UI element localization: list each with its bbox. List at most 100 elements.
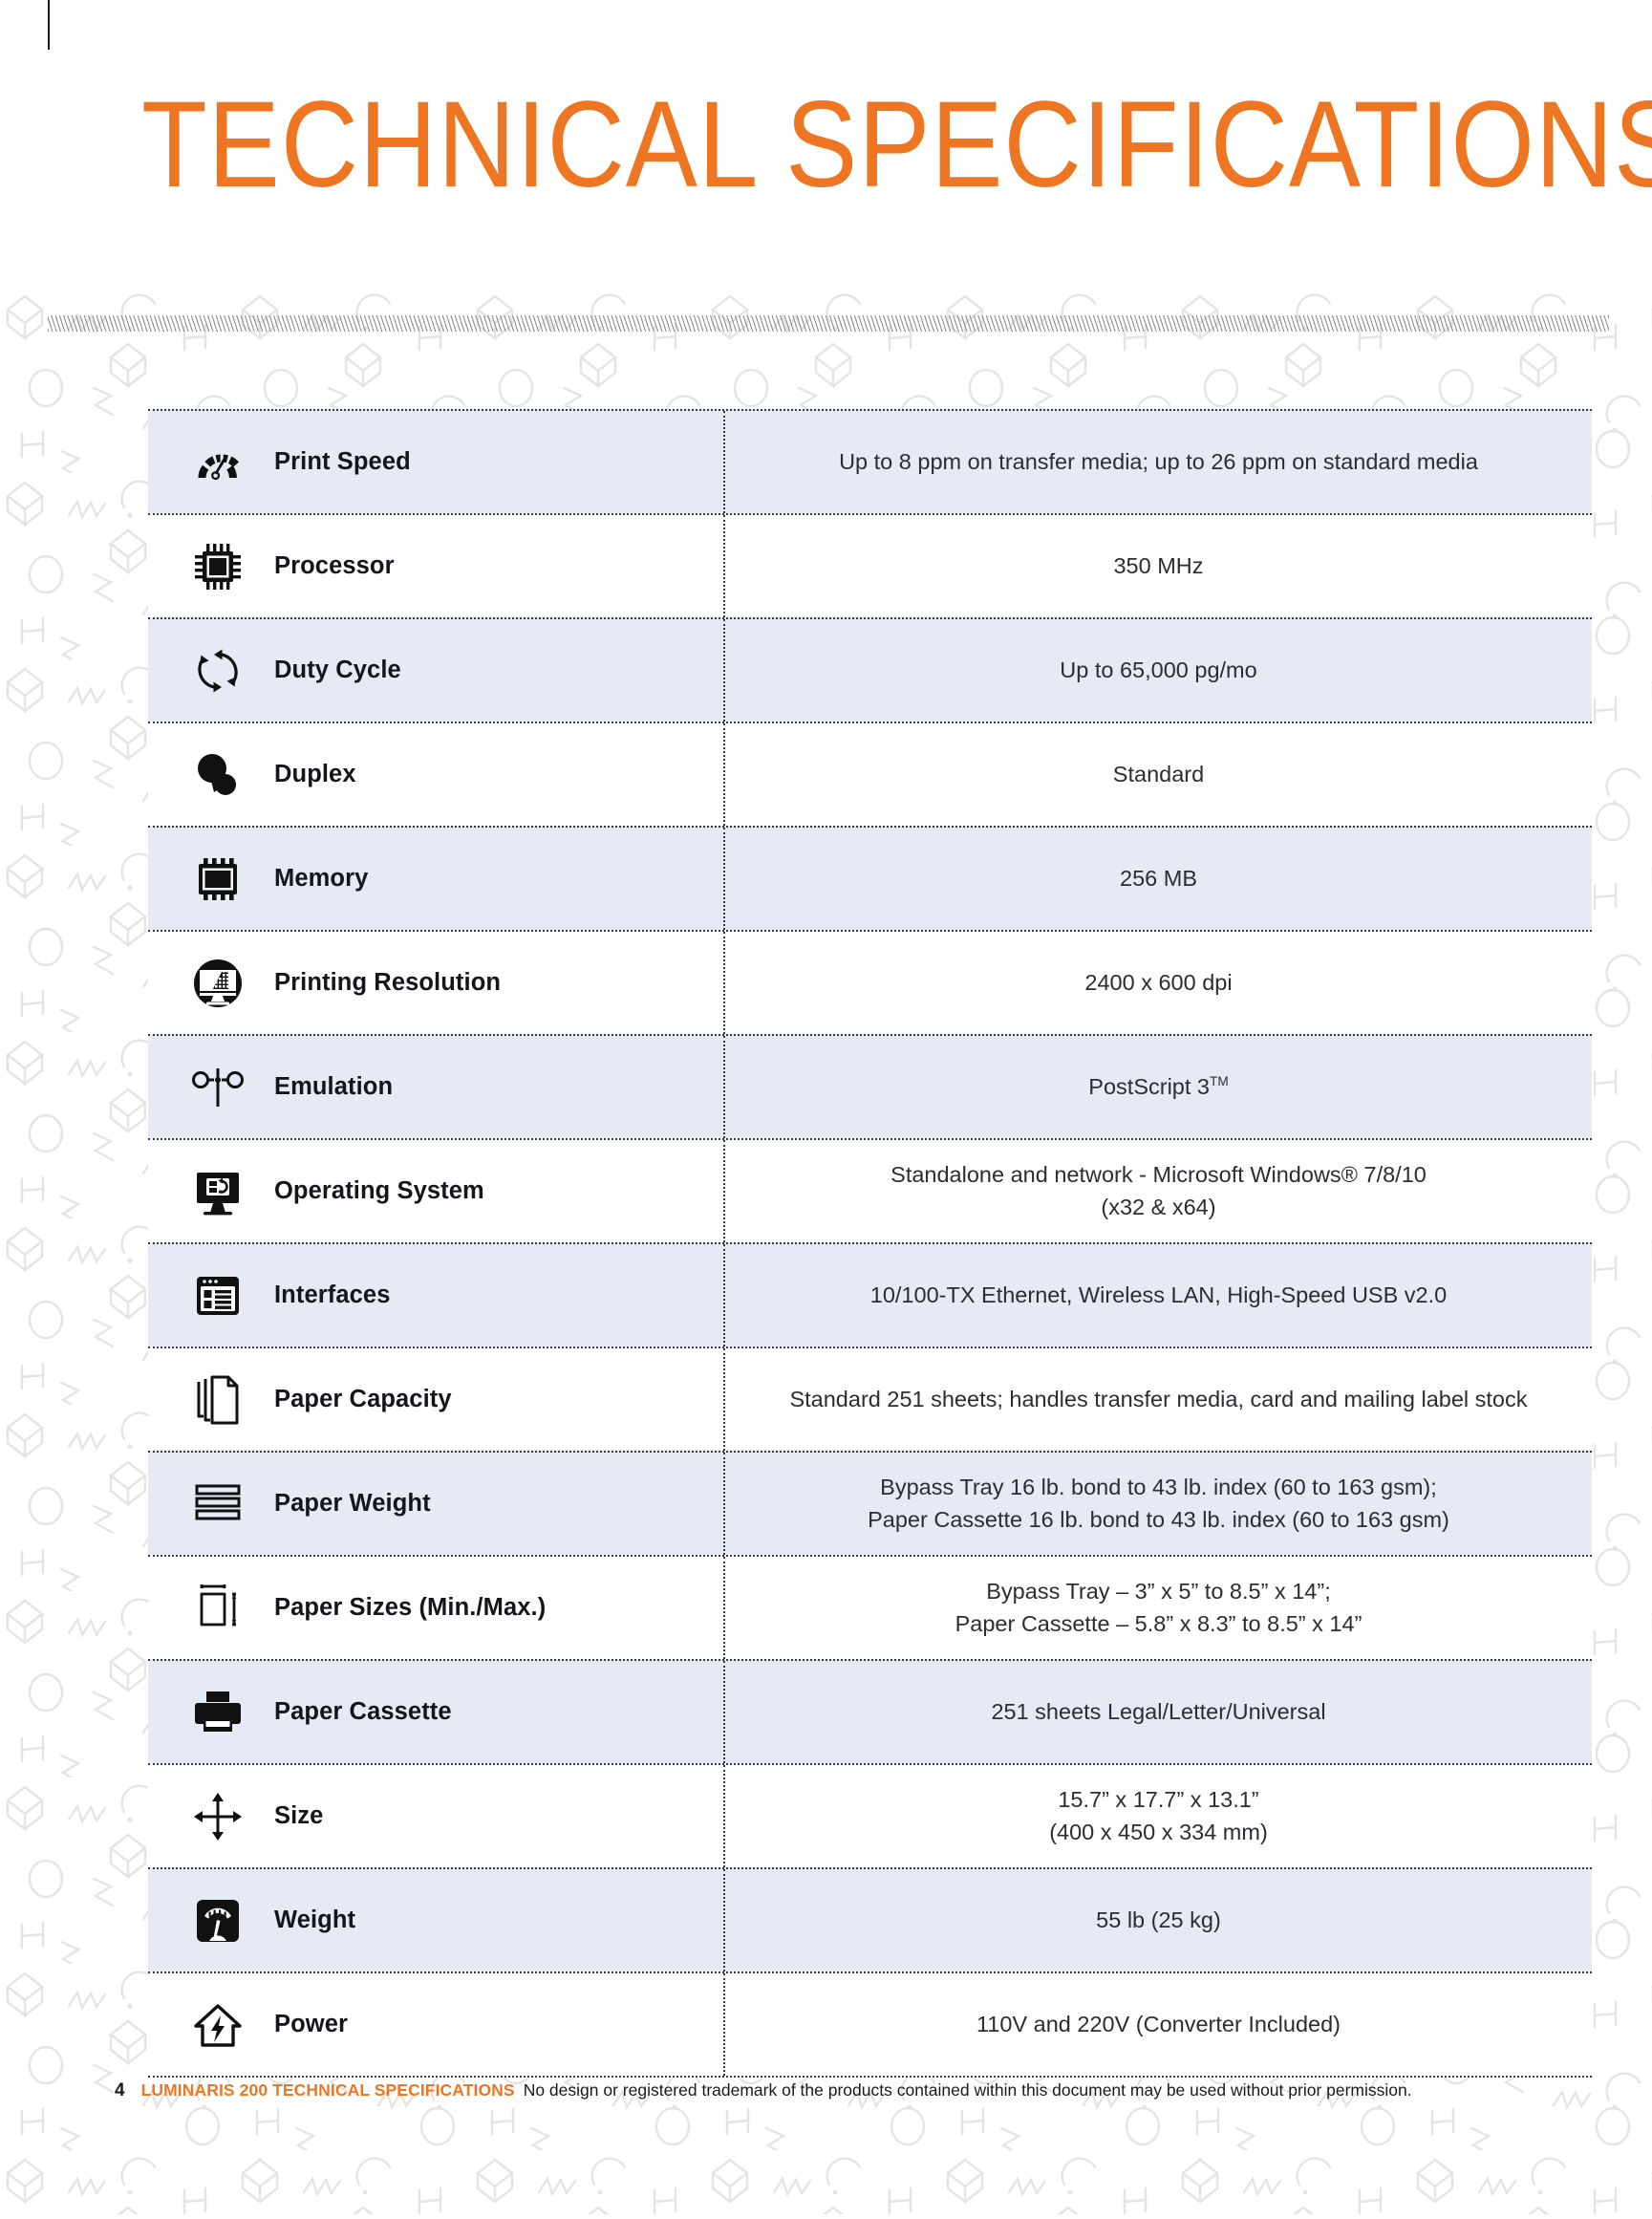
spec-label: Size — [274, 1802, 324, 1829]
spec-value-cell: 251 sheets Legal/Letter/Universal — [725, 1661, 1592, 1763]
processor-chip-icon — [182, 537, 253, 596]
spec-label: Printing Resolution — [274, 969, 502, 996]
spec-value-line-2: (400 x 450 x 334 mm) — [1049, 1819, 1268, 1844]
spec-value-cell: 256 MB — [725, 828, 1592, 930]
power-bolt-house-icon — [182, 1995, 253, 2055]
spec-label-cell: Weight — [148, 1869, 725, 1971]
table-row: Print Speed Up to 8 ppm on transfer medi… — [148, 409, 1592, 513]
spec-value-line-1: Bypass Tray – 3” x 5” to 8.5” x 14”; — [986, 1579, 1331, 1605]
paper-weight-lines-icon — [182, 1475, 253, 1534]
spec-value-cell: Standard — [725, 723, 1592, 826]
spec-label: Memory — [274, 865, 369, 892]
spec-label-cell: Printing Resolution — [148, 932, 725, 1034]
spec-value: 350 MHz — [1113, 552, 1204, 578]
page-footer: 4 LUMINARIS 200 TECHNICAL SPECIFICATIONS… — [115, 2080, 1412, 2101]
spec-value: Standard — [1112, 761, 1205, 786]
spec-label-cell: Memory — [148, 828, 725, 930]
spec-value-cell: Bypass Tray – 3” x 5” to 8.5” x 14”; Pap… — [725, 1557, 1592, 1659]
table-row: Operating System Standalone and network … — [148, 1138, 1592, 1242]
table-row: Power 110V and 220V (Converter Included) — [148, 1971, 1592, 2078]
duplex-circles-icon — [182, 745, 253, 805]
spec-value-cell: 10/100-TX Ethernet, Wireless LAN, High-S… — [725, 1244, 1592, 1346]
spec-label-cell: Interfaces — [148, 1244, 725, 1346]
spec-label: Duty Cycle — [274, 657, 401, 683]
spec-value: PostScript 3TM — [1088, 1071, 1228, 1103]
table-row: Paper Weight Bypass Tray 16 lb. bond to … — [148, 1451, 1592, 1555]
footer-note: No design or registered trademark of the… — [523, 2080, 1412, 2100]
spec-label-cell: Print Speed — [148, 411, 725, 513]
printer-icon — [182, 1683, 253, 1742]
spec-value: 10/100-TX Ethernet, Wireless LAN, High-S… — [869, 1282, 1448, 1307]
spec-label: Interfaces — [274, 1282, 391, 1308]
spec-value: Bypass Tray 16 lb. bond to 43 lb. index … — [868, 1472, 1449, 1536]
spec-label-cell: Processor — [148, 515, 725, 617]
spec-label: Duplex — [274, 761, 356, 787]
spec-value-cell: Bypass Tray 16 lb. bond to 43 lb. index … — [725, 1453, 1592, 1555]
spec-value-trademark: TM — [1210, 1073, 1229, 1088]
spec-label-cell: Size — [148, 1765, 725, 1867]
spec-label-cell: Paper Capacity — [148, 1348, 725, 1451]
interfaces-window-icon — [182, 1266, 253, 1325]
spec-label-cell: Operating System — [148, 1140, 725, 1242]
spec-label: Paper Weight — [274, 1490, 431, 1517]
table-row: Paper Capacity Standard 251 sheets; hand… — [148, 1346, 1592, 1451]
spec-value-line-2: Paper Cassette – 5.8” x 8.3” to 8.5” x 1… — [955, 1610, 1362, 1636]
spec-label: Paper Capacity — [274, 1386, 452, 1412]
hatched-divider — [48, 315, 1609, 332]
table-row: Printing Resolution 2400 x 600 dpi — [148, 930, 1592, 1034]
spec-value: Up to 65,000 pg/mo — [1060, 657, 1257, 682]
weight-scale-icon — [182, 1891, 253, 1950]
speedometer-icon — [182, 433, 253, 492]
spec-value-cell: 110V and 220V (Converter Included) — [725, 1973, 1592, 2076]
footer-page-number: 4 — [115, 2080, 125, 2101]
paper-stack-icon — [182, 1370, 253, 1430]
spec-value-line-1: Standalone and network - Microsoft Windo… — [890, 1162, 1427, 1188]
technical-specifications-table: Print Speed Up to 8 ppm on transfer medi… — [148, 409, 1592, 2078]
emulation-nodes-icon — [182, 1058, 253, 1117]
size-arrows-icon — [182, 1787, 253, 1846]
spec-value: Standalone and network - Microsoft Windo… — [890, 1159, 1427, 1223]
table-row: Paper Sizes (Min./Max.) Bypass Tray – 3”… — [148, 1555, 1592, 1659]
spec-value: Bypass Tray – 3” x 5” to 8.5” x 14”; Pap… — [955, 1576, 1362, 1640]
spec-value: 2400 x 600 dpi — [1084, 969, 1233, 995]
operating-system-monitor-icon — [182, 1162, 253, 1221]
spec-value: Standard 251 sheets; handles transfer me… — [789, 1386, 1528, 1411]
refresh-cycle-icon — [182, 641, 253, 700]
spec-label-cell: Duplex — [148, 723, 725, 826]
spec-value-cell: Standalone and network - Microsoft Windo… — [725, 1140, 1592, 1242]
table-row: Weight 55 lb (25 kg) — [148, 1867, 1592, 1971]
spec-value: 55 lb (25 kg) — [1096, 1907, 1221, 1932]
spec-label-cell: Paper Sizes (Min./Max.) — [148, 1557, 725, 1659]
spec-value-cell: 2400 x 600 dpi — [725, 932, 1592, 1034]
spec-value-line-2: (x32 & x64) — [1101, 1194, 1216, 1219]
spec-label-cell: Power — [148, 1973, 725, 2076]
paper-size-measure-icon — [182, 1579, 253, 1638]
table-row: Memory 256 MB — [148, 826, 1592, 930]
table-row: Emulation PostScript 3TM — [148, 1034, 1592, 1138]
spec-value-line-2: Paper Cassette 16 lb. bond to 43 lb. ind… — [868, 1506, 1449, 1532]
spec-label-cell: Paper Weight — [148, 1453, 725, 1555]
spec-label: Operating System — [274, 1177, 484, 1204]
spec-value-cell: Up to 8 ppm on transfer media; up to 26 … — [725, 411, 1592, 513]
spec-value-main: PostScript 3 — [1088, 1073, 1210, 1099]
spec-label: Emulation — [274, 1073, 394, 1100]
table-row: Size 15.7” x 17.7” x 13.1” (400 x 450 x … — [148, 1763, 1592, 1867]
spec-value-cell: 350 MHz — [725, 515, 1592, 617]
spec-value-cell: 15.7” x 17.7” x 13.1” (400 x 450 x 334 m… — [725, 1765, 1592, 1867]
table-row: Interfaces 10/100-TX Ethernet, Wireless … — [148, 1242, 1592, 1346]
spec-value-cell: Standard 251 sheets; handles transfer me… — [725, 1348, 1592, 1451]
spec-label: Processor — [274, 552, 395, 579]
spec-label-cell: Paper Cassette — [148, 1661, 725, 1763]
spec-value: 256 MB — [1120, 865, 1197, 891]
spec-label: Print Speed — [274, 448, 411, 475]
spec-label-cell: Duty Cycle — [148, 619, 725, 722]
spec-label: Power — [274, 2011, 349, 2037]
table-row: Duplex Standard — [148, 722, 1592, 826]
footer-brand: LUMINARIS 200 TECHNICAL SPECIFICATIONS — [140, 2080, 515, 2100]
table-row: Processor 350 MHz — [148, 513, 1592, 617]
table-row: Duty Cycle Up to 65,000 pg/mo — [148, 617, 1592, 722]
memory-module-icon — [182, 850, 253, 909]
spec-value-cell: PostScript 3TM — [725, 1036, 1592, 1138]
spec-value: 251 sheets Legal/Letter/Universal — [991, 1698, 1326, 1724]
spec-value: 110V and 220V (Converter Included) — [976, 2011, 1341, 2036]
